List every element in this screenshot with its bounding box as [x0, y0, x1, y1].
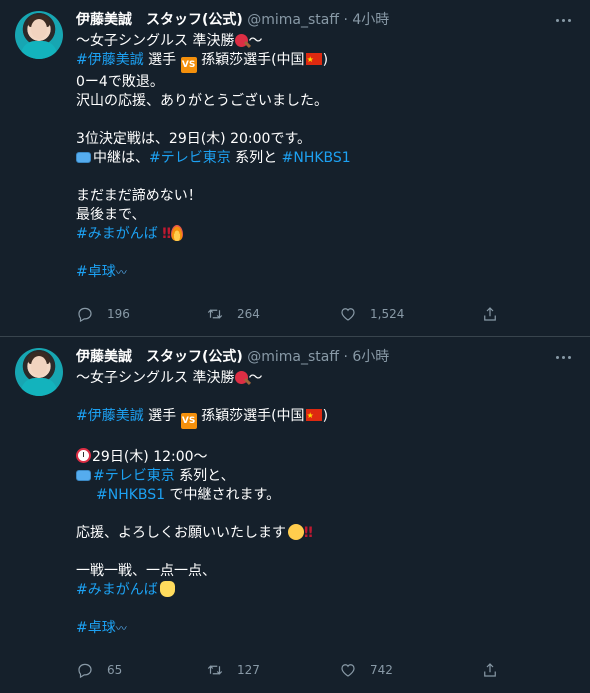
ping-pong-icon — [235, 371, 249, 384]
tweet-actions: 196 264 1,524 — [76, 303, 575, 325]
text: 選手 — [143, 408, 181, 424]
handle[interactable]: @mima_staff — [247, 12, 339, 28]
share-button[interactable] — [481, 303, 499, 325]
text: で中継されます。 — [165, 487, 281, 503]
raised-fist-icon — [159, 581, 175, 597]
timestamp[interactable]: 4小時 — [352, 12, 389, 28]
tweet-text: 〜女子シングルス 準決勝〜 #伊藤美誠 選手 VS 孫穎莎選手(中国) 29日(… — [76, 369, 575, 638]
hashtag-link[interactable]: #卓球 — [76, 264, 116, 280]
hashtag-link[interactable]: #NHKBS1 — [282, 150, 351, 166]
like-button[interactable]: 742 — [339, 659, 393, 681]
hashtag-link[interactable]: #伊藤美誠 — [76, 52, 144, 68]
display-name[interactable]: 伊藤美誠 スタッフ(公式) — [76, 349, 243, 365]
ping-pong-icon — [235, 34, 249, 47]
retweet-count: 127 — [237, 663, 260, 677]
hashtag-link[interactable]: #NHKBS1 — [96, 487, 165, 503]
retweet-icon — [207, 665, 223, 675]
reply-button[interactable]: 196 — [76, 303, 130, 325]
retweet-button[interactable]: 127 — [206, 659, 260, 681]
separator-dot: · — [343, 349, 348, 365]
retweet-icon — [207, 309, 223, 319]
hashtag-link[interactable]: #みまがんば — [76, 582, 158, 598]
tweet-actions: 65 127 742 — [76, 659, 575, 681]
smiling-face-icon — [288, 524, 304, 540]
reply-count: 196 — [107, 307, 130, 321]
alarm-clock-icon — [76, 448, 91, 463]
text: 系列と、 — [174, 468, 235, 484]
swimmer-icon: 〰 — [115, 266, 127, 279]
fire-icon — [170, 225, 183, 241]
text: 〜女子シングルス 準決勝 — [76, 33, 235, 49]
like-count: 1,524 — [370, 307, 405, 321]
more-icon[interactable] — [551, 345, 575, 369]
reply-icon — [78, 307, 92, 323]
share-icon — [484, 307, 496, 321]
display-name[interactable]: 伊藤美誠 スタッフ(公式) — [76, 12, 243, 28]
handle[interactable]: @mima_staff — [247, 349, 339, 365]
hashtag-link[interactable]: #テレビ東京 — [149, 150, 231, 166]
text: ) — [322, 52, 329, 68]
reply-button[interactable]: 65 — [76, 659, 122, 681]
text: 系列と — [230, 150, 282, 166]
hashtag-link[interactable]: #卓球 — [76, 620, 116, 636]
like-count: 742 — [370, 663, 393, 677]
hashtag-link[interactable]: #テレビ東京 — [93, 468, 175, 484]
text: 一戦一戦、一点一点、 — [76, 563, 216, 579]
swimmer-icon: 〰 — [115, 622, 127, 635]
text: 〜 — [248, 370, 263, 386]
reply-icon — [78, 663, 92, 679]
text: 3位決定戦は、29日(木) 20:00です。 — [76, 131, 312, 147]
text: 孫穎莎選手(中国 — [196, 408, 305, 424]
reply-count: 65 — [107, 663, 123, 677]
share-button[interactable] — [481, 659, 499, 681]
double-exclamation-icon: ‼ — [304, 525, 313, 541]
timestamp[interactable]: 6小時 — [352, 349, 389, 365]
share-icon — [484, 663, 496, 677]
vs-icon: VS — [180, 413, 197, 429]
like-button[interactable]: 1,524 — [339, 303, 404, 325]
china-flag-icon — [305, 406, 322, 425]
separator-dot: · — [343, 12, 348, 28]
tweet-text: 〜女子シングルス 準決勝〜 #伊藤美誠 選手 VS 孫穎莎選手(中国) 0ー4で… — [76, 32, 575, 282]
tv-icon — [76, 470, 91, 481]
text: 最後まで、 — [76, 207, 146, 223]
retweet-count: 264 — [237, 307, 260, 321]
china-flag-icon — [305, 50, 322, 69]
tv-icon — [76, 152, 91, 163]
hashtag-link[interactable]: #伊藤美誠 — [76, 408, 144, 424]
text: 応援、よろしくお願いいたします — [76, 525, 286, 541]
tweet-header: 伊藤美誠 スタッフ(公式) @mima_staff · 4小時 — [76, 10, 575, 30]
text: ) — [322, 408, 329, 424]
text: 選手 — [143, 52, 181, 68]
avatar[interactable] — [15, 348, 63, 396]
retweet-button[interactable]: 264 — [206, 303, 260, 325]
like-icon — [341, 664, 355, 677]
tweet[interactable]: 伊藤美誠 スタッフ(公式) @mima_staff · 6小時 〜女子シングルス… — [0, 337, 590, 693]
text: 孫穎莎選手(中国 — [196, 52, 305, 68]
avatar[interactable] — [15, 11, 63, 59]
more-icon[interactable] — [551, 8, 575, 32]
text: 中継は、 — [93, 150, 149, 166]
like-icon — [341, 308, 355, 321]
text: 29日(木) 12:00〜 — [92, 449, 208, 465]
text: 0ー4で敗退。 — [76, 74, 164, 90]
vs-icon: VS — [180, 57, 197, 73]
text: 沢山の応援、ありがとうございました。 — [76, 93, 328, 109]
double-exclamation-icon: ‼ — [162, 226, 171, 242]
tweet[interactable]: 伊藤美誠 スタッフ(公式) @mima_staff · 4小時 〜女子シングルス… — [0, 0, 590, 337]
tweet-header: 伊藤美誠 スタッフ(公式) @mima_staff · 6小時 — [76, 347, 575, 367]
text: まだまだ諦めない！ — [76, 188, 202, 204]
text: 〜 — [248, 33, 263, 49]
text: 〜女子シングルス 準決勝 — [76, 370, 235, 386]
hashtag-link[interactable]: #みまがんば — [76, 226, 158, 242]
